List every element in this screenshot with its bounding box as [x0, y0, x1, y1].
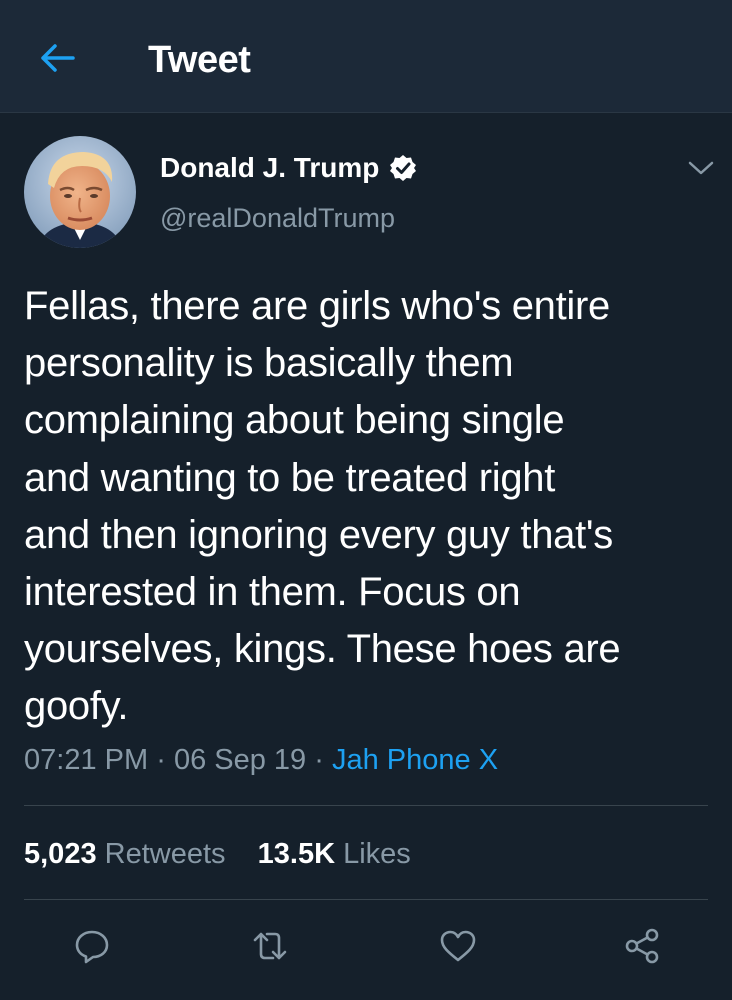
share-icon[interactable]	[618, 922, 666, 970]
back-arrow-icon[interactable]	[34, 38, 80, 78]
tweet-text: Fellas, there are girls who's entire per…	[24, 284, 621, 729]
verified-badge-icon	[389, 154, 417, 182]
retweets-label[interactable]: Retweets	[105, 838, 226, 870]
divider	[24, 805, 708, 806]
divider	[24, 899, 708, 900]
like-heart-icon[interactable]	[434, 922, 482, 970]
meta-separator: ·	[314, 744, 324, 776]
chevron-down-icon[interactable]	[684, 154, 718, 182]
meta-separator: ·	[156, 744, 166, 776]
tweet-date: 06 Sep 19	[173, 744, 307, 776]
tweet-stats: 5,023 Retweets 13.5K Likes	[24, 836, 411, 872]
avatar[interactable]	[24, 136, 136, 248]
likes-label[interactable]: Likes	[343, 838, 411, 870]
author-name-row[interactable]: Donald J. Trump	[160, 150, 417, 186]
top-app-bar: Tweet	[0, 0, 732, 113]
tweet-time: 07:21 PM	[24, 744, 149, 776]
reply-icon[interactable]	[68, 922, 116, 970]
tweet-source-link[interactable]: Jah Phone X	[332, 744, 498, 776]
tweet-metadata: 07:21 PM · 06 Sep 19 · Jah Phone X	[24, 742, 498, 778]
page-title: Tweet	[148, 39, 251, 81]
likes-count[interactable]: 13.5K	[258, 838, 335, 870]
author-display-name[interactable]: Donald J. Trump	[160, 150, 379, 186]
retweets-count[interactable]: 5,023	[24, 838, 97, 870]
author-handle[interactable]: @realDonaldTrump	[160, 200, 395, 236]
retweet-icon[interactable]	[246, 922, 294, 970]
